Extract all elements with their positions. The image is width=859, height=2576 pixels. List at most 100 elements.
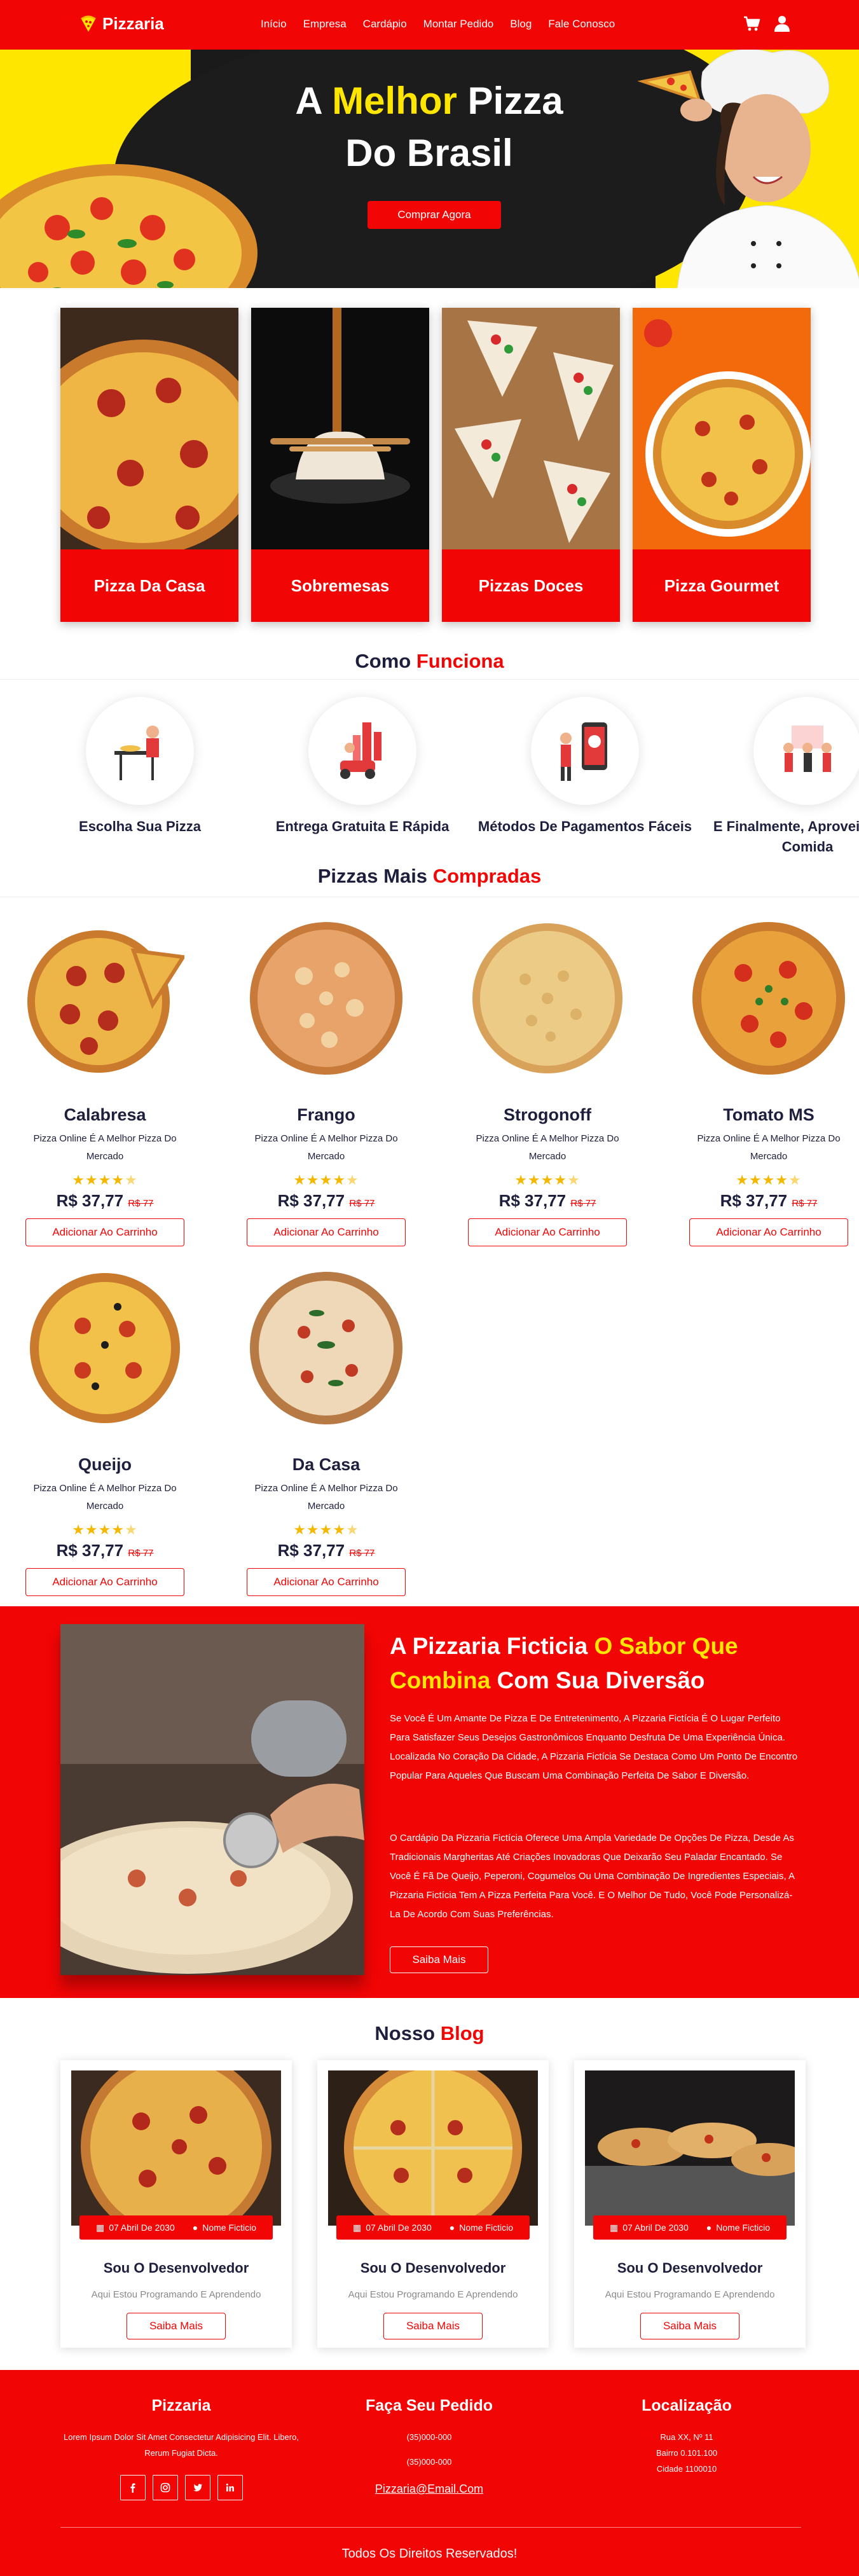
add-to-cart-button[interactable]: Adicionar Ao Carrinho	[468, 1218, 627, 1246]
pizza-logo-icon	[81, 15, 96, 32]
add-to-cart-button[interactable]: Adicionar Ao Carrinho	[247, 1568, 406, 1596]
blog-post-card: ▦ 07 Abril De 2030 ● Nome Ficticio Sou O D…	[60, 2060, 292, 2348]
footer: Pizzaria Lorem Ipsum Dolor Sit Amet Cons…	[0, 2370, 859, 2576]
category-image	[251, 308, 429, 549]
blog-learn-more-button[interactable]: Saiba Mais	[127, 2313, 226, 2339]
post-author-text: Nome Ficticio	[459, 2222, 514, 2233]
nav-inicio[interactable]: Início	[261, 18, 287, 31]
rating-stars-icon: ★★★★★	[736, 1172, 802, 1188]
user-icon[interactable]	[773, 15, 791, 32]
add-to-cart-button[interactable]: Adicionar Ao Carrinho	[247, 1218, 406, 1246]
blog-post-image[interactable]	[71, 2070, 281, 2226]
buy-now-button[interactable]: Comprar Agora	[368, 201, 501, 229]
product-description: Pizza Online É A Melhor Pizza Do Mercado	[254, 1133, 398, 1162]
footer-phone-2[interactable]: (35)000-000	[302, 2454, 556, 2470]
rating-stars-icon: ★★★★★	[72, 1172, 138, 1188]
price-old: R$ 77	[128, 1548, 154, 1559]
blog-post-subtitle: Aqui Estou Programando E Aprendendo	[605, 2289, 775, 2300]
category-cards: Pizza Da Casa Sobremesas Pizzas Doces Pi…	[60, 308, 811, 622]
rating-stars-icon: ★★★★★	[514, 1172, 581, 1188]
step-label: E Finalmente, Aproveite Sua Comida	[713, 818, 859, 855]
product-image[interactable]	[465, 916, 630, 1081]
blog-post-title: Sou O Desenvolvedor	[617, 2260, 763, 2276]
nav-blog[interactable]: Blog	[510, 18, 532, 31]
about-title-part2: Com Sua Diversão	[490, 1667, 705, 1693]
price-current: R$ 37,77	[498, 1191, 567, 1210]
post-date-text: 07 Abril De 2030	[366, 2222, 432, 2233]
how-it-works-title: Como Funciona	[0, 650, 859, 673]
instagram-icon[interactable]	[152, 2475, 178, 2500]
user-icon: ●	[449, 2222, 455, 2233]
product-description: Pizza Online É A Melhor Pizza Do Mercado	[254, 1483, 398, 1512]
brand-logo[interactable]: Pizzaria	[79, 14, 164, 34]
blog-post-title: Sou O Desenvolvedor	[103, 2260, 249, 2276]
footer-phone-1[interactable]: (35)000-000	[302, 2429, 556, 2445]
rating-stars-icon: ★★★★★	[293, 1172, 359, 1188]
footer-order: Faça Seu Pedido (35)000-000 (35)000-000 …	[302, 2397, 556, 2497]
cart-icon[interactable]	[743, 15, 760, 32]
top-navbar: Pizzaria Início Empresa Cardápio Montar …	[0, 0, 859, 50]
rating-stars-icon: ★★★★★	[72, 1522, 138, 1538]
learn-more-button[interactable]: Saiba Mais	[390, 1946, 488, 1973]
category-card-pizza-gourmet[interactable]: Pizza Gourmet	[633, 308, 811, 622]
hero-title: A Melhor Pizza Do Brasil	[242, 75, 617, 179]
product-name: Da Casa	[292, 1455, 361, 1474]
payment-icon	[531, 697, 639, 805]
product-description: Pizza Online É A Melhor Pizza Do Mercado	[33, 1483, 177, 1512]
product-price: R$ 37,77 R$ 77	[22, 1191, 188, 1211]
blog-post-image[interactable]	[585, 2070, 795, 2226]
add-to-cart-button[interactable]: Adicionar Ao Carrinho	[25, 1568, 184, 1596]
blog-title-accent: Blog	[440, 2022, 484, 2044]
category-label: Pizzas Doces	[442, 549, 620, 622]
facebook-icon[interactable]	[120, 2475, 146, 2500]
hero-title-part2: Pizza	[457, 79, 563, 122]
blog-learn-more-button[interactable]: Saiba Mais	[383, 2313, 483, 2339]
footer-address-1: Rua XX, Nº 11	[660, 2432, 713, 2442]
twitter-icon[interactable]	[184, 2475, 210, 2500]
price-old: R$ 77	[349, 1198, 375, 1209]
price-current: R$ 37,77	[277, 1191, 345, 1210]
product-description: Pizza Online É A Melhor Pizza Do Mercado	[697, 1133, 841, 1162]
copyright-text: Todos Os Direitos Reservados!	[341, 2547, 518, 2561]
nav-cardapio[interactable]: Cardápio	[363, 18, 407, 31]
about-section: A Pizzaria Ficticia O Sabor Que Combina …	[0, 1606, 859, 1998]
nav-empresa[interactable]: Empresa	[303, 18, 347, 31]
blog-post-image[interactable]	[328, 2070, 538, 2226]
choose-pizza-icon	[86, 697, 194, 805]
nav-montar-pedido[interactable]: Montar Pedido	[423, 18, 494, 31]
category-label: Sobremesas	[251, 549, 429, 622]
category-card-pizzas-doces[interactable]: Pizzas Doces	[442, 308, 620, 622]
product-image[interactable]	[22, 1265, 188, 1431]
blog-title: Nosso Blog	[0, 2022, 859, 2045]
add-to-cart-button[interactable]: Adicionar Ao Carrinho	[689, 1218, 848, 1246]
social-links	[54, 2475, 308, 2500]
product-image[interactable]	[244, 916, 409, 1081]
category-card-sobremesas[interactable]: Sobremesas	[251, 308, 429, 622]
user-icon: ●	[706, 2222, 712, 2233]
footer-email-link[interactable]: Pizzaria@Email.Com	[302, 2481, 556, 2497]
post-author: ● Nome Ficticio	[450, 2222, 513, 2233]
category-card-pizza-da-casa[interactable]: Pizza Da Casa	[60, 308, 238, 622]
footer-order-title: Faça Seu Pedido	[365, 2397, 493, 2414]
post-date: ▦ 07 Abril De 2030	[610, 2222, 689, 2233]
hero-title-line2: Do Brasil	[345, 132, 513, 174]
nav-fale-conosco[interactable]: Fale Conosco	[548, 18, 615, 31]
category-image	[442, 308, 620, 549]
add-to-cart-button[interactable]: Adicionar Ao Carrinho	[25, 1218, 184, 1246]
price-current: R$ 37,77	[277, 1541, 345, 1560]
linkedin-icon[interactable]	[217, 2475, 243, 2500]
product-price: R$ 37,77 R$ 77	[244, 1191, 409, 1211]
price-old: R$ 77	[349, 1548, 375, 1559]
product-image[interactable]	[22, 916, 188, 1081]
product-image[interactable]	[686, 916, 851, 1081]
how-title-main: Como	[355, 650, 411, 672]
post-date: ▦ 07 Abril De 2030	[96, 2222, 175, 2233]
blog-learn-more-button[interactable]: Saiba Mais	[640, 2313, 739, 2339]
blog-post-subtitle: Aqui Estou Programando E Aprendendo	[348, 2289, 518, 2300]
step-enjoy-food: E Finalmente, Aproveite Sua Comida	[696, 697, 859, 857]
footer-about-text: Lorem Ipsum Dolor Sit Amet Consectetur A…	[64, 2432, 299, 2458]
blog-posts: ▦ 07 Abril De 2030 ● Nome Ficticio Sou O D…	[60, 2060, 806, 2348]
blog-post-card: ▦ 07 Abril De 2030 ● Nome Ficticio Sou O D…	[317, 2060, 549, 2348]
product-image[interactable]	[244, 1265, 409, 1431]
blog-post-meta: ▦ 07 Abril De 2030 ● Nome Ficticio	[79, 2215, 273, 2240]
